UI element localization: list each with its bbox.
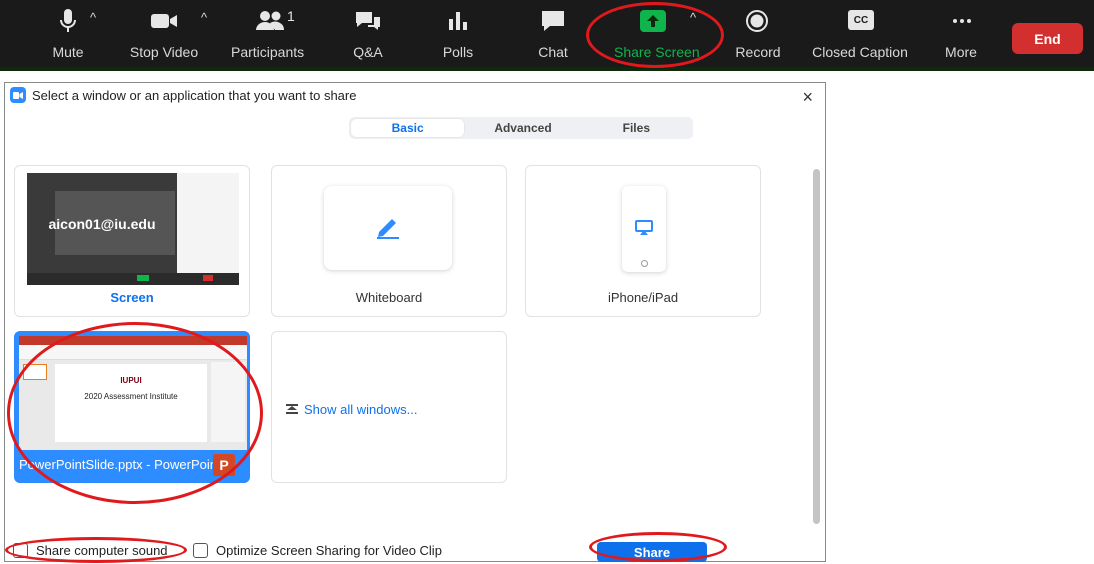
optimize-video-checkbox-box[interactable] [193,543,208,558]
closed-caption-label: Closed Caption [812,44,908,60]
share-tile-show-all-windows[interactable]: Show all windows... [271,331,507,483]
share-tile-screen[interactable]: aicon01@iu.edu Screen [14,165,250,317]
closed-caption-icon: CC [848,10,874,30]
more-button[interactable]: More [943,0,979,71]
mute-label: Mute [52,44,84,60]
qa-button[interactable]: Q&A [350,0,386,71]
screen-preview-email: aicon01@iu.edu [48,216,156,232]
whiteboard-tile-label: Whiteboard [355,290,423,305]
powerpoint-app-icon: P [213,454,235,476]
powerpoint-preview: IUPUI 2020 Assessment Institute [19,336,247,450]
tab-files[interactable]: Files [580,117,693,139]
participants-label: Participants [231,44,305,60]
share-tile-iphone-ipad[interactable]: iPhone/iPad [525,165,761,317]
share-sound-checkbox[interactable]: Share computer sound [13,543,168,558]
show-all-windows-link[interactable]: Show all windows... [286,402,417,417]
home-button-icon [641,260,648,267]
polls-label: Polls [442,44,474,60]
audio-options-chevron-icon[interactable]: ^ [90,10,96,25]
tiles-scrollbar[interactable] [813,169,820,524]
polls-bar-icon [447,8,469,34]
more-label: More [945,44,977,60]
share-options-chevron-icon[interactable]: ^ [690,10,696,25]
share-tile-powerpoint[interactable]: IUPUI 2020 Assessment Institute PowerPoi… [14,331,250,483]
close-icon[interactable]: × [802,87,813,108]
stop-video-button[interactable]: Stop Video [127,0,201,71]
mute-button[interactable]: Mute [44,0,92,71]
expand-windows-icon [286,402,298,417]
show-all-windows-label: Show all windows... [304,402,418,417]
optimize-video-checkbox[interactable]: Optimize Screen Sharing for Video Clip [193,543,442,558]
share-tabs: Basic Advanced Files [349,117,693,139]
share-screen-label: Share Screen [614,44,700,60]
pen-icon [374,212,402,245]
dialog-title: Select a window or an application that y… [32,87,357,103]
microphone-icon [59,8,77,34]
share-sound-label: Share computer sound [36,543,168,558]
meeting-toolbar: Mute ^ Stop Video ^ 1 Participants Q&A P… [0,0,1094,71]
share-button[interactable]: Share [597,542,707,562]
whiteboard-preview [324,186,452,270]
chat-bubble-icon [540,8,566,34]
qa-bubble-icon [354,8,382,34]
share-screen-arrow-icon [639,8,667,34]
closed-caption-button[interactable]: CC Closed Caption [812,0,908,71]
chat-button[interactable]: Chat [535,0,571,71]
record-button[interactable]: Record [733,0,783,71]
video-camera-icon [149,8,179,34]
end-meeting-button[interactable]: End [1012,23,1083,54]
participants-button[interactable]: 1 Participants [229,0,309,71]
chat-label: Chat [538,44,568,60]
dialog-footer: Share computer sound Optimize Screen Sha… [5,539,825,562]
record-icon [745,8,769,34]
tab-advanced[interactable]: Advanced [466,117,579,139]
dialog-title-bar: Select a window or an application that y… [10,87,356,103]
phone-preview [622,186,666,272]
share-options-grid: aicon01@iu.edu Screen Whiteboard iPhone/… [5,165,817,525]
powerpoint-tile-label: PowerPointSlide.pptx - PowerPoint [19,457,221,472]
participant-count: 1 [287,8,295,24]
optimize-video-label: Optimize Screen Sharing for Video Clip [216,543,442,558]
screen-tile-label: Screen [110,290,154,305]
qa-label: Q&A [353,44,383,60]
slide-brand: IUPUI [120,376,142,385]
screen-preview: aicon01@iu.edu [27,173,239,285]
share-sound-checkbox-box[interactable] [13,543,28,558]
airplay-icon [635,220,653,241]
iphone-tile-label: iPhone/iPad [607,290,679,305]
more-dots-icon [952,8,972,34]
video-options-chevron-icon[interactable]: ^ [201,10,207,25]
share-tile-whiteboard[interactable]: Whiteboard [271,165,507,317]
participants-icon [255,8,285,34]
polls-button[interactable]: Polls [440,0,476,71]
stop-video-label: Stop Video [129,44,199,60]
zoom-logo-icon [10,87,26,103]
record-label: Record [735,44,781,60]
tab-basic[interactable]: Basic [351,119,465,137]
share-window-dialog: Select a window or an application that y… [4,82,826,562]
slide-title: 2020 Assessment Institute [84,392,178,401]
share-screen-button[interactable]: Share Screen [608,0,700,71]
